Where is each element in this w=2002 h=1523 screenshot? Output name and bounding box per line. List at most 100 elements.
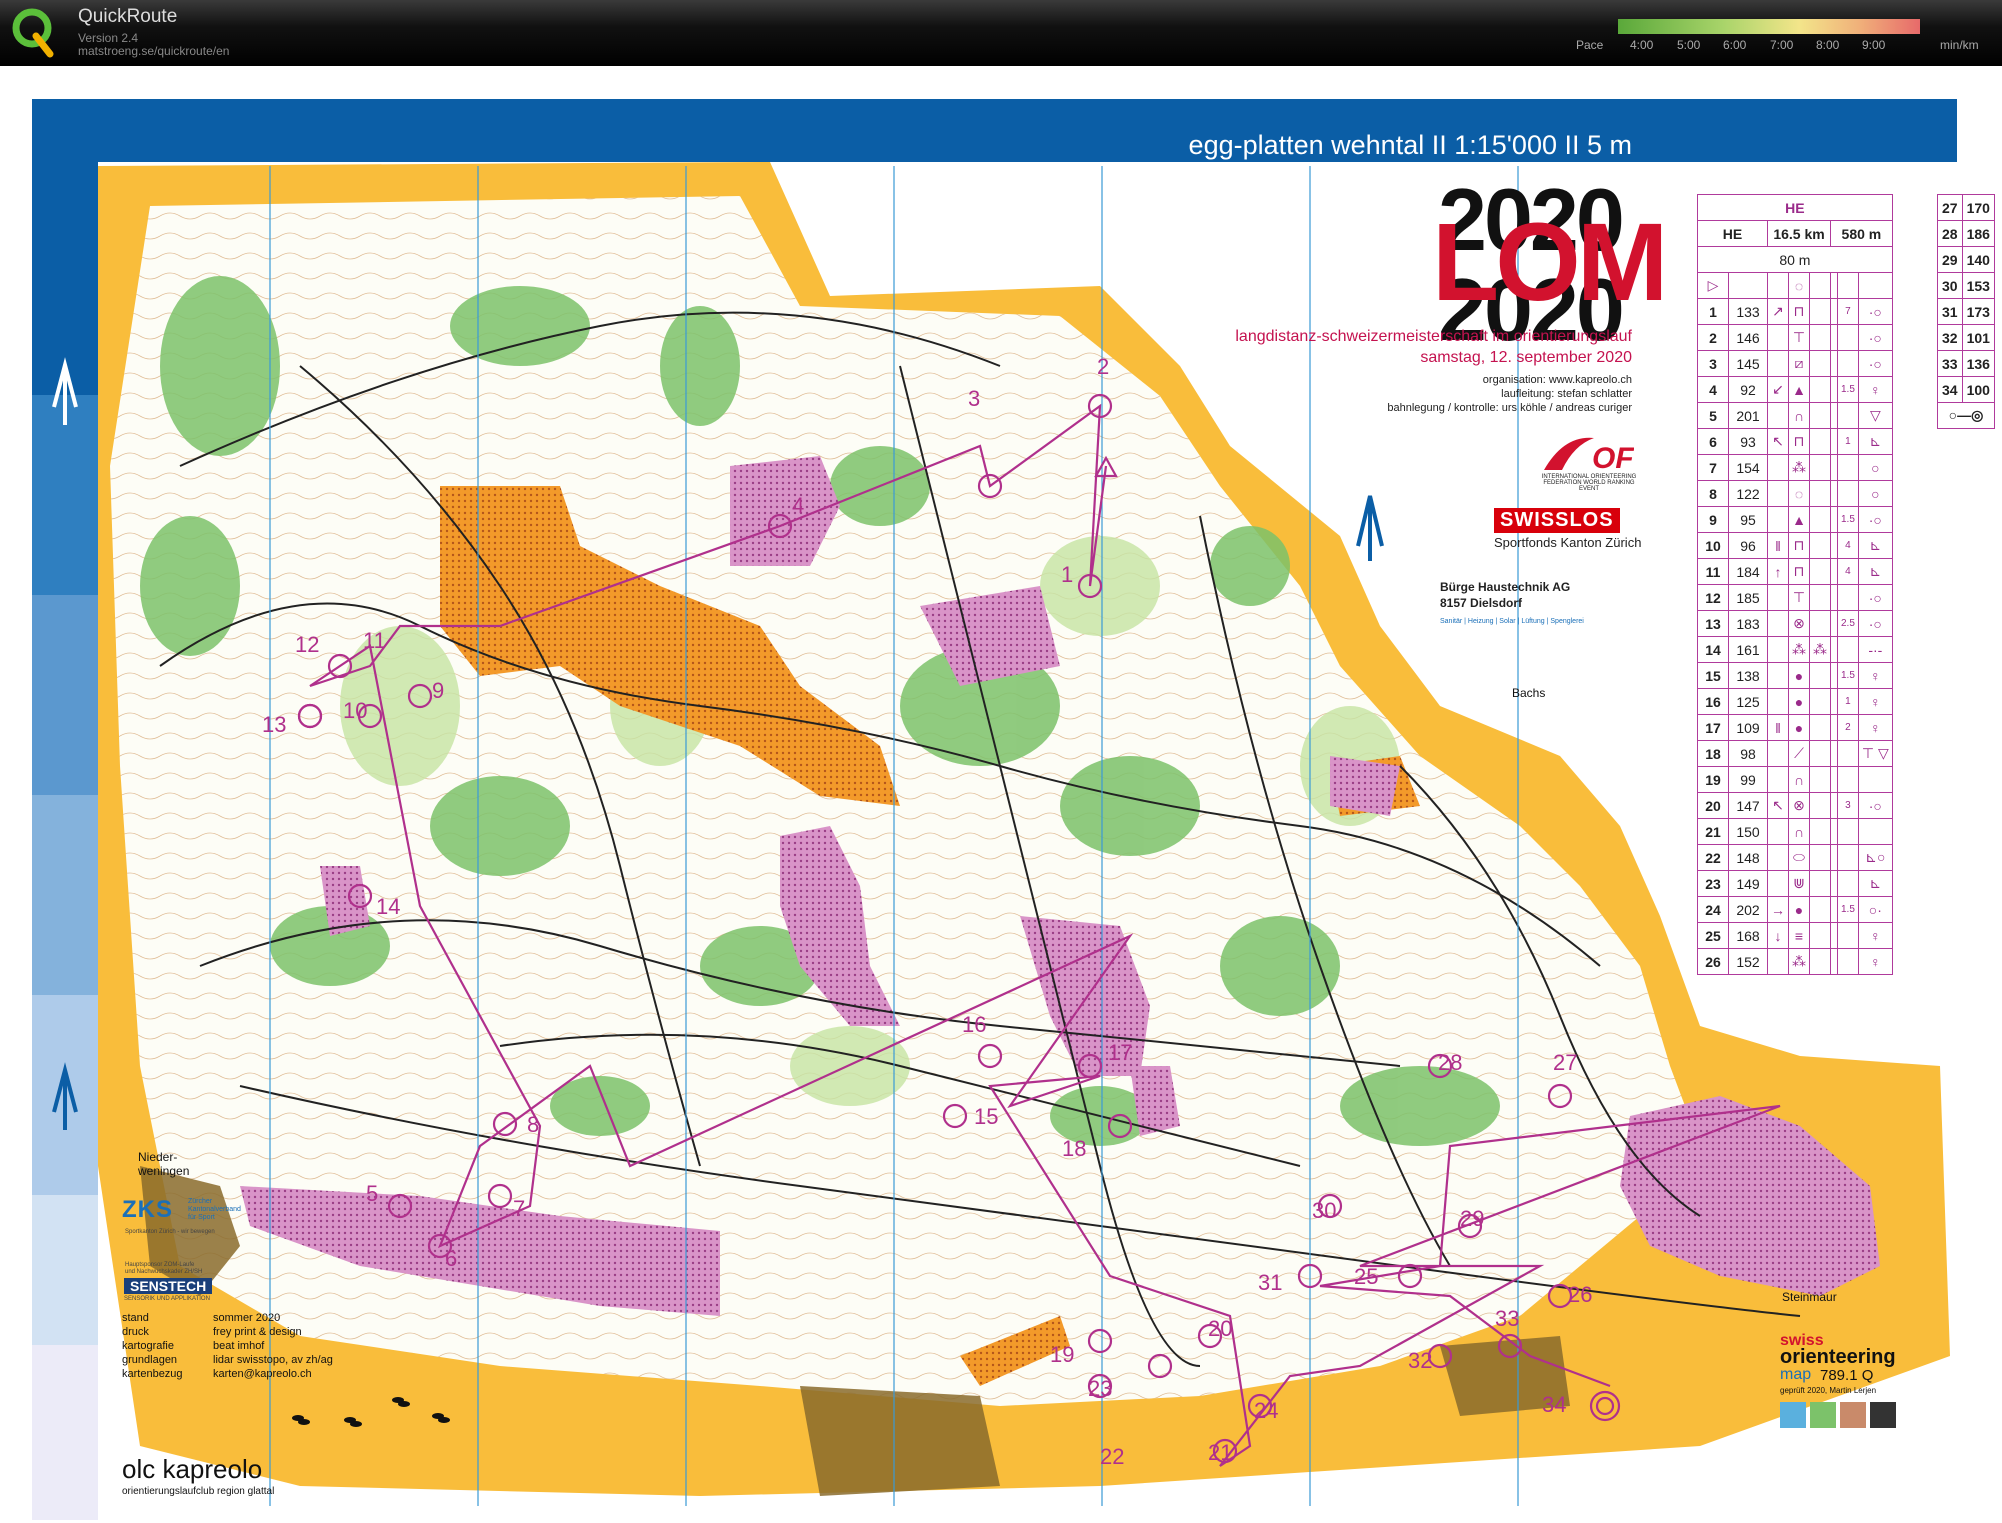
place-niederweningen: weningen — [138, 1164, 190, 1178]
control-row: 32 101 — [1937, 324, 1995, 351]
info-value: karten@kapreolo.ch — [213, 1368, 312, 1380]
symbol-icon: ◌ — [1788, 272, 1810, 299]
so-check: geprüft 2020, Martin Lerjen — [1780, 1386, 1877, 1395]
pace-label: Pace — [1576, 38, 1604, 52]
control-row: 24 202 → ● 1.5 ○· — [1697, 896, 1893, 923]
control-row: 23 149 ⋓ ⊾ — [1697, 870, 1893, 897]
control-row: 22 148 ⬭ ⊾○ — [1697, 844, 1893, 871]
senstech-logo: SENSTECH — [124, 1278, 213, 1294]
info-value: frey print & design — [213, 1326, 302, 1338]
control-row: 18 98 ⟋ ⊤ ▽ — [1697, 740, 1893, 767]
control-label: 22 — [1100, 1444, 1124, 1469]
control-label: 13 — [262, 712, 286, 737]
map-title: egg-platten wehntal II 1:15'000 II 5 m — [1188, 130, 1632, 160]
control-label: 11 — [363, 628, 386, 653]
info-key: druck — [122, 1326, 149, 1338]
sponsor-name: Bürge Haustechnik AG — [1440, 580, 1571, 594]
control-row: 20 147 ↖ ⊗ 3 ·○ — [1697, 792, 1893, 819]
control-row: 25 168 ↓ ≡ ♀ — [1697, 922, 1893, 949]
swisslos-logo: SWISSLOS — [1494, 508, 1620, 533]
control-row: 29 140 — [1937, 246, 1995, 273]
pace-tick: 8:00 — [1816, 38, 1840, 52]
info-value: sommer 2020 — [213, 1312, 281, 1324]
map-sheet[interactable]: 1 2 3 4 5 6 7 8 9 10 11 12 13 14 15 16 1… — [0, 66, 2002, 1523]
iof-text: INTERNATIONAL ORIENTEERING FEDERATION WO… — [1541, 474, 1637, 492]
control-row: 2 146 ⊤ ·○ — [1697, 324, 1893, 351]
pace-tick: 4:00 — [1630, 38, 1654, 52]
zks-sub: Zürcher Kantonalverband für Sport — [188, 1198, 241, 1221]
control-row: 15 138 ● 1.5 ♀ — [1697, 662, 1893, 689]
so-map-label: map — [1780, 1366, 1812, 1383]
control-descriptions-continued: 27 170 28 186 29 140 30 153 31 173 32 101 33 13… — [1937, 194, 1995, 429]
control-label: 26 — [1568, 1282, 1592, 1307]
control-label: 2 — [1097, 354, 1109, 379]
control-label: 18 — [1062, 1136, 1086, 1161]
pace-color-scale — [1618, 19, 1920, 34]
control-label: 21 — [1208, 1440, 1232, 1465]
control-row: 34 100 — [1937, 376, 1995, 403]
control-label: 30 — [1312, 1198, 1336, 1223]
control-label: 3 — [968, 386, 980, 411]
laufleitung-text: laufleitung: stefan schlatter — [1501, 388, 1632, 400]
control-label: 24 — [1254, 1398, 1278, 1423]
info-key: grundlagen — [122, 1354, 178, 1366]
control-label: 9 — [432, 678, 444, 703]
pace-unit: min/km — [1940, 38, 1979, 52]
place-niederweningen: Nieder- — [138, 1150, 178, 1164]
info-value: beat imhof — [213, 1340, 265, 1352]
control-label: 27 — [1553, 1050, 1577, 1075]
event-date: samstag, 12. september 2020 — [1420, 349, 1632, 366]
pace-tick: 7:00 — [1770, 38, 1794, 52]
iof-logo-icon: OF — [1544, 437, 1634, 475]
swiss-orienteering-logo: orienteering — [1780, 1346, 1896, 1368]
svg-text:OF: OF — [1592, 442, 1634, 475]
control-label: 19 — [1050, 1342, 1074, 1367]
control-row: 12 185 ⊤ ·○ — [1697, 584, 1893, 611]
control-label: 16 — [962, 1012, 986, 1037]
info-key: stand — [122, 1312, 149, 1324]
so-map-number: 789.1 Q — [1820, 1367, 1874, 1384]
club-sub: orientierungslaufclub region glattal — [122, 1486, 275, 1497]
control-label: 12 — [295, 632, 319, 657]
finish-icon: ○—◎ — [1937, 402, 1995, 429]
control-row: 21 150 ∩ — [1697, 818, 1893, 845]
control-row: 30 153 — [1937, 272, 1995, 299]
control-label: 8 — [527, 1112, 539, 1137]
control-row: 17 109 ‖ ● 2 ♀ — [1697, 714, 1893, 741]
sponsor-address: 8157 Dielsdorf — [1440, 596, 1523, 610]
app-title: QuickRoute — [78, 6, 178, 27]
control-row: 31 173 — [1937, 298, 1995, 325]
control-row: 14 161 ⁂ ⁂ -·- — [1697, 636, 1893, 663]
control-label: 15 — [974, 1104, 998, 1129]
control-row: 4 92 ↙ ▲ 1.5 ♀ — [1697, 376, 1893, 403]
course-class: HE — [1697, 220, 1768, 247]
sponsor-services: Sanitär | Heizung | Solar | Lüftung | Sp… — [1440, 618, 1584, 625]
control-row: 19 99 ∩ — [1697, 766, 1893, 793]
control-label: 1 — [1061, 562, 1073, 587]
control-row: 1 133 ↗ ⊓ 7 ·○ — [1697, 298, 1893, 325]
course-length: 16.5 km — [1767, 220, 1831, 247]
quickroute-logo-icon — [12, 8, 54, 58]
control-row: 13 183 ⊗ 2.5 ·○ — [1697, 610, 1893, 637]
control-label: 34 — [1542, 1392, 1566, 1417]
control-row: 26 152 ⁂ ♀ — [1697, 948, 1893, 975]
app-url-link[interactable]: matstroeng.se/quickroute/en — [78, 44, 229, 58]
start-icon: ▷ — [1697, 272, 1729, 299]
finish-distance: 80 m — [1697, 246, 1893, 273]
info-key: kartenbezug — [122, 1368, 183, 1380]
course-class-header: HE — [1697, 194, 1893, 221]
control-label: 25 — [1354, 1264, 1378, 1289]
control-row: 33 136 — [1937, 350, 1995, 377]
control-row: 27 170 — [1937, 194, 1995, 221]
pace-tick: 6:00 — [1723, 38, 1747, 52]
control-label: 4 — [792, 493, 804, 518]
control-label: 28 — [1438, 1050, 1462, 1075]
control-row: 28 186 — [1937, 220, 1995, 247]
place-steinmaur: Steinmaur — [1782, 1290, 1837, 1304]
pace-tick: 5:00 — [1677, 38, 1701, 52]
control-label: 7 — [513, 1196, 525, 1221]
swisslos-sub: Sportfonds Kanton Zürich — [1494, 535, 1642, 550]
senstech-note: Hauptsponsor ZOM-Laufe und Nachwuchskade… — [125, 1262, 203, 1275]
map-swatch-icons — [1780, 1402, 1896, 1428]
zks-tagline: Sportkanton Zürich - wir bewegen — [125, 1229, 215, 1235]
